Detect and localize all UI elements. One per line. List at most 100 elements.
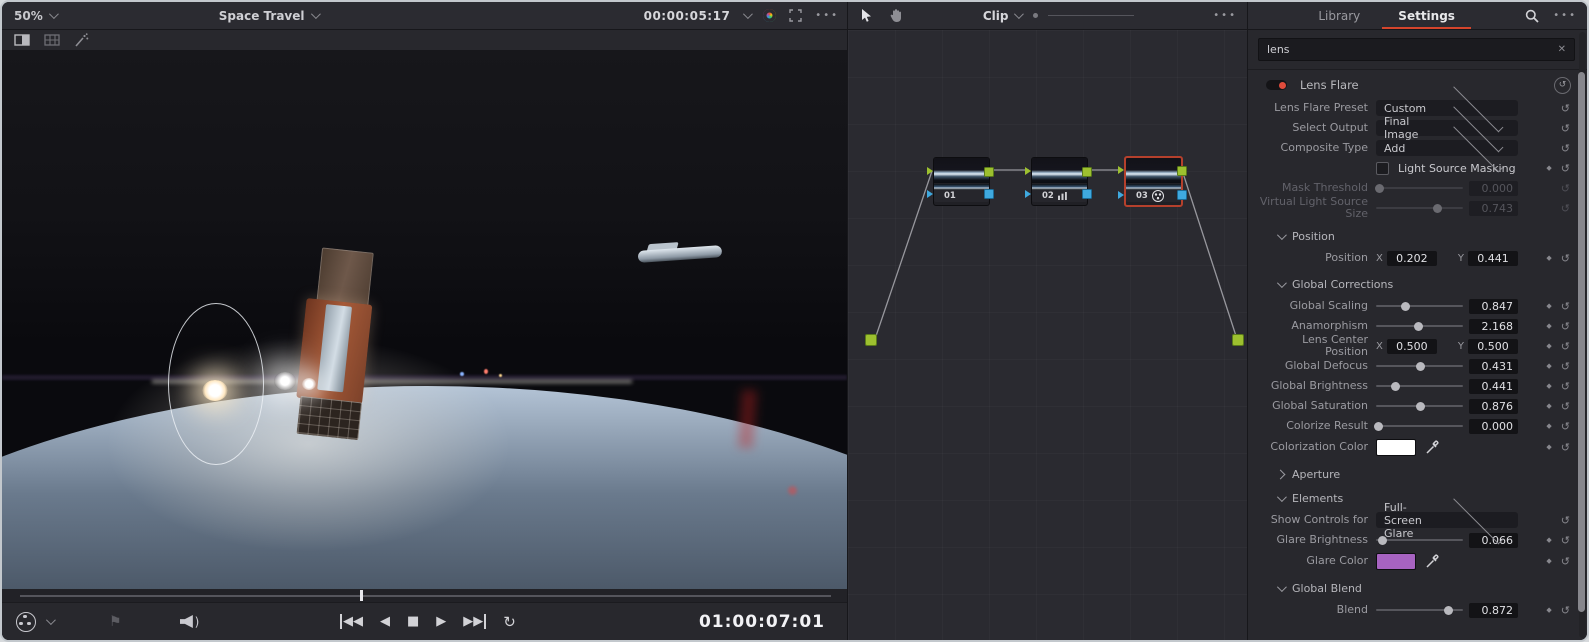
section-position[interactable]: Position — [1248, 224, 1587, 248]
colorization-color-swatch[interactable] — [1376, 439, 1416, 456]
blend-value[interactable]: 0.872 — [1469, 603, 1518, 618]
node-view-dropdown[interactable]: Clip — [983, 9, 1009, 23]
reset-icon[interactable]: ↺ — [1561, 320, 1570, 333]
light-source-masking-checkbox[interactable] — [1376, 162, 1389, 175]
reset-icon[interactable]: ↺ — [1561, 534, 1570, 547]
lens-center-x-value[interactable]: 0.500 — [1387, 339, 1437, 354]
key-output-port[interactable] — [1082, 189, 1092, 199]
plugin-reset-button[interactable]: ↺ — [1554, 77, 1571, 94]
highlight-wand-icon[interactable] — [74, 33, 89, 47]
keyframe-icon[interactable]: ◆ — [1546, 536, 1551, 544]
expand-icon[interactable] — [789, 9, 802, 22]
reset-icon[interactable]: ↺ — [1561, 202, 1570, 215]
rgb-input-port[interactable] — [1025, 167, 1031, 175]
cursor-tool-icon[interactable] — [860, 8, 873, 23]
search-icon[interactable] — [1525, 9, 1539, 23]
tab-library[interactable]: Library — [1316, 4, 1362, 28]
eyedropper-icon[interactable] — [1426, 554, 1440, 568]
reset-icon[interactable]: ↺ — [1561, 400, 1570, 413]
reset-icon[interactable]: ↺ — [1561, 102, 1570, 115]
lens-center-y-value[interactable]: 0.500 — [1468, 339, 1518, 354]
glare-color-swatch[interactable] — [1376, 553, 1416, 570]
keyframe-icon[interactable]: ◆ — [1546, 254, 1551, 262]
loop-button[interactable]: ↻ — [503, 613, 516, 631]
keyframe-icon[interactable]: ◆ — [1546, 382, 1551, 390]
scrollbar-thumb[interactable] — [1578, 72, 1585, 612]
anamorphism-value[interactable]: 2.168 — [1469, 319, 1518, 334]
rgb-output-port[interactable] — [1177, 166, 1187, 176]
image-wipe-icon[interactable] — [14, 34, 30, 46]
eyedropper-icon[interactable] — [1426, 440, 1440, 454]
global-scaling-slider[interactable] — [1376, 305, 1463, 307]
stop-button[interactable]: ■ — [407, 614, 419, 629]
position-y-value[interactable]: 0.441 — [1468, 251, 1518, 266]
viewer-options-menu[interactable]: ••• — [815, 10, 839, 21]
virtual-light-source-size-slider[interactable] — [1376, 207, 1463, 209]
corrector-node-02[interactable]: 02 — [1031, 157, 1088, 206]
viewer-scrubber[interactable] — [2, 589, 847, 602]
mask-threshold-slider[interactable] — [1376, 187, 1463, 189]
preset-dropdown[interactable]: Custom — [1376, 100, 1518, 116]
node-options-menu[interactable]: ••• — [1213, 10, 1247, 21]
plugin-enable-toggle[interactable] — [1266, 80, 1287, 90]
node-editor[interactable]: 01 02 03 — [847, 30, 1247, 640]
global-brightness-slider[interactable] — [1376, 385, 1463, 387]
reset-icon[interactable]: ↺ — [1561, 360, 1570, 373]
keyframe-icon[interactable]: ◆ — [1546, 443, 1551, 451]
color-wheel-icon[interactable] — [763, 9, 776, 22]
reset-icon[interactable]: ↺ — [1561, 340, 1570, 353]
global-defocus-slider[interactable] — [1376, 365, 1463, 367]
keyframe-icon[interactable]: ◆ — [1546, 302, 1551, 310]
hand-tool-icon[interactable] — [889, 8, 904, 23]
corrector-node-01[interactable]: 01 — [933, 157, 990, 206]
panel-options-menu[interactable]: ••• — [1553, 10, 1587, 21]
node-zoom-slider[interactable] — [1048, 15, 1134, 17]
rgb-output-port[interactable] — [984, 167, 994, 177]
colorize-result-slider[interactable] — [1376, 425, 1463, 427]
virtual-light-source-size-value[interactable]: 0.743 — [1469, 201, 1518, 216]
node-zoom-handle[interactable] — [1033, 13, 1038, 18]
reset-icon[interactable]: ↺ — [1561, 300, 1570, 313]
rgb-output-port[interactable] — [1082, 167, 1092, 177]
section-aperture[interactable]: Aperture — [1248, 462, 1587, 486]
clear-search-icon[interactable]: ✕ — [1550, 44, 1574, 55]
corrector-node-03-selected[interactable]: 03 — [1124, 156, 1183, 207]
split-screen-icon[interactable] — [44, 34, 60, 46]
colorize-result-value[interactable]: 0.000 — [1469, 419, 1518, 434]
global-scaling-value[interactable]: 0.847 — [1469, 299, 1518, 314]
output-node-port[interactable] — [1232, 334, 1244, 346]
reset-icon[interactable]: ↺ — [1561, 252, 1570, 265]
rgb-input-port[interactable] — [1118, 166, 1124, 174]
scrollbar-track[interactable] — [1579, 32, 1586, 638]
blend-slider[interactable] — [1376, 609, 1463, 611]
section-global-blend[interactable]: Global Blend — [1248, 576, 1587, 600]
search-input[interactable] — [1259, 43, 1550, 56]
first-frame-button[interactable]: ◀◀ — [340, 614, 363, 629]
keyframe-icon[interactable]: ◆ — [1546, 606, 1551, 614]
viewer-timecode[interactable]: 00:00:05:17 — [644, 9, 731, 23]
keyframe-icon[interactable]: ◆ — [1546, 362, 1551, 370]
reset-icon[interactable]: ↺ — [1561, 142, 1570, 155]
timeline-name-dropdown[interactable]: Space Travel — [219, 9, 318, 23]
global-defocus-value[interactable]: 0.431 — [1469, 359, 1518, 374]
play-reverse-button[interactable]: ◀ — [380, 614, 390, 629]
position-x-value[interactable]: 0.202 — [1387, 251, 1437, 266]
keyframe-icon[interactable]: ◆ — [1546, 322, 1551, 330]
keyframe-icon[interactable]: ◆ — [1546, 342, 1551, 350]
show-controls-for-dropdown[interactable]: Full-Screen Glare — [1376, 512, 1518, 528]
keyframe-icon[interactable]: ◆ — [1546, 164, 1551, 172]
tab-settings[interactable]: Settings — [1396, 4, 1457, 28]
glare-brightness-slider[interactable] — [1376, 539, 1463, 541]
key-input-port[interactable] — [1118, 191, 1124, 199]
section-global-corrections[interactable]: Global Corrections — [1248, 272, 1587, 296]
global-saturation-slider[interactable] — [1376, 405, 1463, 407]
scrubber-track[interactable] — [20, 595, 831, 597]
last-frame-button[interactable]: ▶▶ — [463, 614, 486, 629]
key-output-port[interactable] — [984, 189, 994, 199]
global-brightness-value[interactable]: 0.441 — [1469, 379, 1518, 394]
reset-icon[interactable]: ↺ — [1561, 122, 1570, 135]
rgb-input-port[interactable] — [927, 167, 933, 175]
viewer-zoom-dropdown[interactable]: 50% — [14, 9, 43, 23]
global-saturation-value[interactable]: 0.876 — [1469, 399, 1518, 414]
flag-icon[interactable]: ⚑ — [109, 614, 122, 630]
